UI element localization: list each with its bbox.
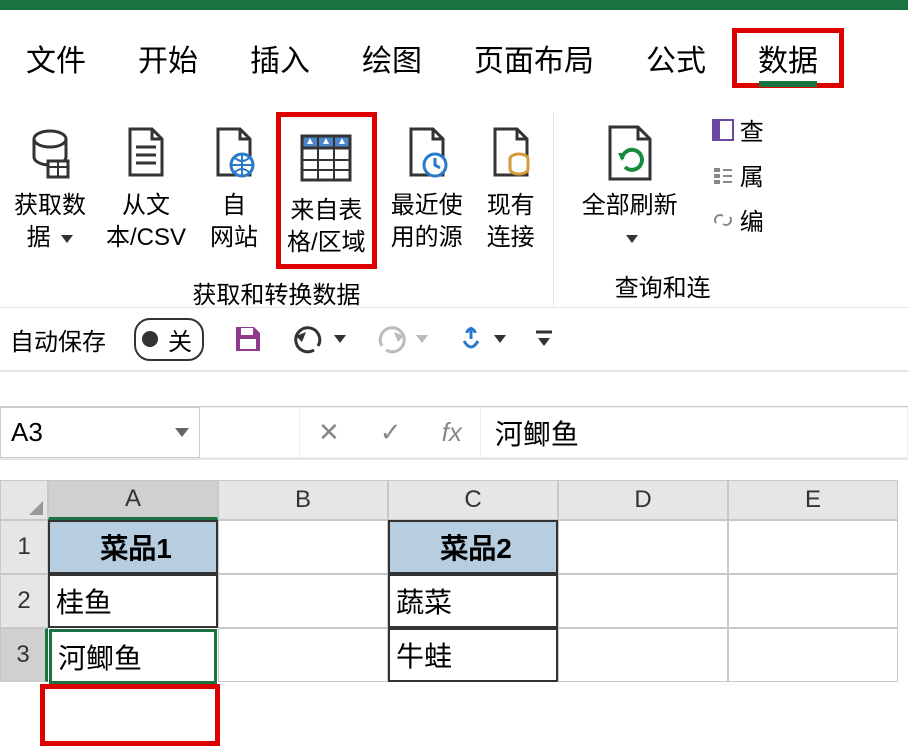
formula-input[interactable]: 河鲫鱼	[481, 407, 908, 458]
get-data-icon	[22, 116, 78, 190]
cell-A2[interactable]: 桂鱼	[48, 574, 218, 628]
from-csv-button[interactable]: 从文 本/CSV	[100, 112, 192, 259]
from-web-label: 自 网站	[210, 190, 258, 255]
touch-icon	[456, 323, 486, 355]
tab-data[interactable]: 数据	[732, 28, 844, 88]
chevron-down-icon	[416, 335, 428, 343]
cell-E3[interactable]	[728, 628, 898, 682]
ribbon-tabs: 文件 开始 插入 绘图 页面布局 公式 数据	[0, 10, 908, 98]
recent-sources-label: 最近使 用的源	[391, 190, 463, 255]
autosave-toggle[interactable]: 关	[134, 318, 204, 361]
properties-button[interactable]: 属	[712, 157, 764, 192]
row-header-1[interactable]: 1	[0, 520, 48, 574]
confirm-formula-button[interactable]: ✓	[380, 417, 402, 448]
name-box-value: A3	[11, 417, 43, 448]
redo-icon	[374, 324, 408, 354]
queries-button[interactable]: 查	[712, 112, 764, 147]
row-header-2[interactable]: 2	[0, 574, 48, 628]
chevron-down-icon	[494, 335, 506, 343]
from-table-label: 来自表 格/区域	[287, 195, 366, 260]
queries-sidelist: 查 属 编	[706, 112, 764, 237]
refresh-label: 全部刷新	[582, 190, 678, 255]
ribbon: 获取数 据 从文 本/CSV 自 网站 来自表 格/区域	[0, 98, 908, 308]
edit-links-button[interactable]: 编	[712, 202, 764, 237]
cell-D3[interactable]	[558, 628, 728, 682]
get-data-label: 获取数 据	[14, 190, 86, 255]
from-web-button[interactable]: 自 网站	[200, 112, 268, 259]
col-header-C[interactable]: C	[388, 480, 558, 520]
cell-B3[interactable]	[218, 628, 388, 682]
col-header-A[interactable]: A	[48, 480, 218, 520]
autosave-state: 关	[168, 322, 192, 357]
undo-button[interactable]	[292, 324, 346, 354]
cell-D2[interactable]	[558, 574, 728, 628]
properties-icon	[712, 164, 734, 186]
autosave-label: 自动保存	[10, 322, 106, 357]
ribbon-group-label: 获取和转换数据	[192, 269, 360, 310]
tab-formula[interactable]: 公式	[620, 28, 732, 88]
ribbon-group-queries: 全部刷新 查 属 编 查询和连	[554, 112, 772, 307]
cell-A1[interactable]: 菜品1	[48, 520, 218, 574]
cell-B2[interactable]	[218, 574, 388, 628]
quick-access-toolbar: 自动保存 关	[0, 308, 908, 372]
recent-sources-icon	[399, 116, 455, 190]
from-web-icon	[206, 116, 262, 190]
ribbon-group-get-transform: 获取数 据 从文 本/CSV 自 网站 来自表 格/区域	[0, 112, 554, 307]
col-header-D[interactable]: D	[558, 480, 728, 520]
formula-value: 河鲫鱼	[495, 413, 579, 453]
save-button[interactable]	[232, 323, 264, 355]
select-all-corner[interactable]	[0, 480, 48, 520]
cell-E1[interactable]	[728, 520, 898, 574]
name-box[interactable]: A3	[0, 407, 200, 458]
existing-connections-button[interactable]: 现有 连接	[477, 112, 545, 259]
recent-sources-button[interactable]: 最近使 用的源	[385, 112, 469, 259]
tab-layout[interactable]: 页面布局	[448, 28, 620, 88]
chevron-down-icon	[61, 235, 73, 243]
col-header-E[interactable]: E	[728, 480, 898, 520]
customize-icon	[534, 328, 554, 350]
tab-insert[interactable]: 插入	[224, 28, 336, 88]
from-csv-icon	[118, 116, 174, 190]
title-bar	[0, 0, 908, 10]
refresh-icon	[602, 116, 658, 190]
edit-links-icon	[712, 209, 734, 231]
col-header-B[interactable]: B	[218, 480, 388, 520]
cell-E2[interactable]	[728, 574, 898, 628]
from-table-range-button[interactable]: 来自表 格/区域	[276, 112, 377, 269]
customize-qat-button[interactable]	[534, 328, 554, 350]
from-table-icon	[298, 121, 354, 195]
cell-D1[interactable]	[558, 520, 728, 574]
tab-file[interactable]: 文件	[0, 28, 112, 88]
tab-draw[interactable]: 绘图	[336, 28, 448, 88]
toggle-dot-icon	[142, 331, 158, 347]
cell-C3[interactable]: 牛蛙	[388, 628, 558, 682]
highlight-annotation-a3	[40, 684, 220, 746]
touch-mode-button[interactable]	[456, 323, 506, 355]
save-icon	[232, 323, 264, 355]
chevron-down-icon	[334, 335, 346, 343]
get-data-button[interactable]: 获取数 据	[8, 112, 92, 259]
insert-function-button[interactable]: fx	[442, 417, 462, 448]
undo-icon	[292, 324, 326, 354]
chevron-down-icon	[175, 428, 189, 437]
cell-A3[interactable]: 河鲫鱼	[48, 628, 218, 682]
spreadsheet-grid[interactable]: A B C D E 1 菜品1 菜品2 2 桂鱼 蔬菜 3 河鲫鱼 牛蛙	[0, 480, 908, 682]
refresh-all-button[interactable]: 全部刷新	[562, 112, 698, 259]
cell-B1[interactable]	[218, 520, 388, 574]
cell-C1[interactable]: 菜品2	[388, 520, 558, 574]
ribbon-group-label-2: 查询和连	[615, 262, 711, 303]
cell-C2[interactable]: 蔬菜	[388, 574, 558, 628]
chevron-down-icon	[626, 235, 638, 243]
cancel-formula-button[interactable]: ✕	[318, 417, 340, 448]
existing-connections-icon	[483, 116, 539, 190]
from-csv-label: 从文 本/CSV	[106, 190, 186, 255]
redo-button[interactable]	[374, 324, 428, 354]
tab-home[interactable]: 开始	[112, 28, 224, 88]
formula-bar: A3 ✕ ✓ fx 河鲫鱼	[0, 406, 908, 460]
queries-icon	[712, 119, 734, 141]
row-header-3[interactable]: 3	[0, 628, 48, 682]
existing-connections-label: 现有 连接	[487, 190, 535, 255]
cell-A3-value: 河鲫鱼	[49, 629, 217, 684]
